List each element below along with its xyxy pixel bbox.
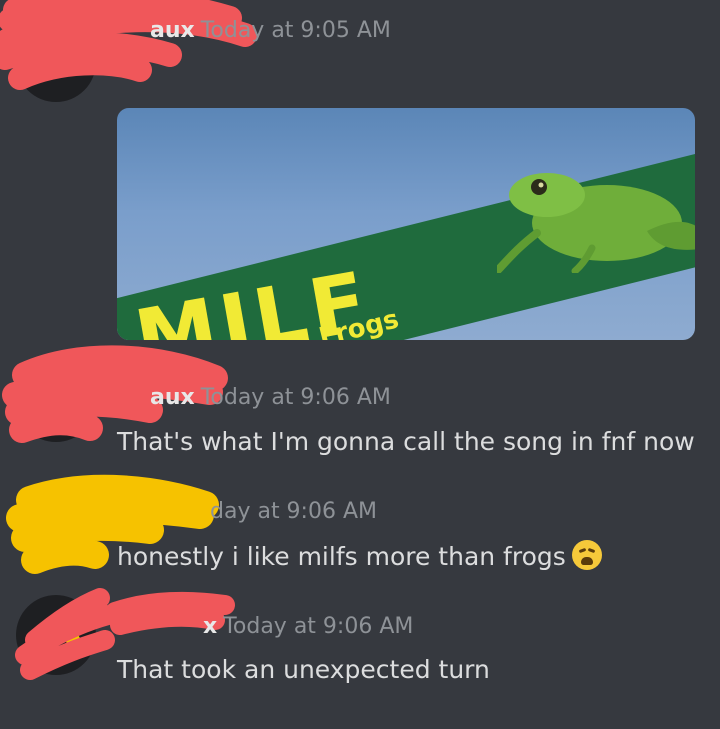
message-header: x Today at 9:06 AM — [203, 614, 413, 639]
frog-icon — [497, 173, 695, 273]
redaction-scribble — [15, 588, 235, 680]
username[interactable]: x — [203, 614, 217, 639]
weary-face-emoji-icon — [571, 540, 602, 570]
timestamp: Today at 9:06 AM — [223, 614, 414, 639]
message-text: That took an unexpected turn — [117, 655, 490, 684]
